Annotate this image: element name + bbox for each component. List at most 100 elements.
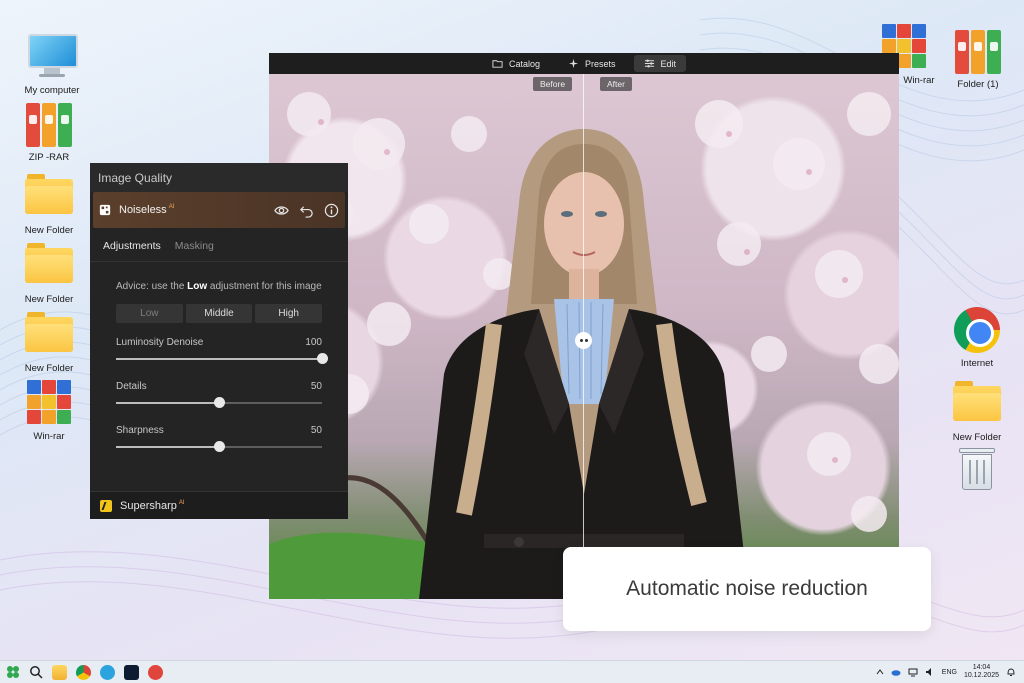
folder-icon xyxy=(953,381,1001,429)
desktop-icon-new-folder-1[interactable]: New Folder xyxy=(13,168,85,236)
nav-label: Presets xyxy=(585,58,616,69)
notification-bell-icon[interactable] xyxy=(1006,667,1016,677)
supersharp-tool-header[interactable]: Supersharp AI xyxy=(90,491,348,519)
taskbar: ENG 14:04 10.12.2025 xyxy=(0,660,1024,683)
undo-icon[interactable] xyxy=(299,203,314,218)
chrome-icon xyxy=(953,307,1001,355)
slider-luminosity-denoise: Luminosity Denoise 100 xyxy=(90,337,348,364)
desktop-icon-label: Win-rar xyxy=(33,431,65,442)
clock-date: 10.12.2025 xyxy=(963,672,999,679)
compare-handle[interactable] xyxy=(575,332,592,349)
advice-prefix: Advice: use the xyxy=(116,281,188,292)
folder-icon xyxy=(25,312,73,360)
tool-name-text: Noiseless xyxy=(119,204,167,216)
monitor-icon xyxy=(28,34,78,82)
preset-high-button[interactable]: High xyxy=(255,304,323,323)
clock-time: 14:04 xyxy=(972,664,991,671)
desktop-icon-new-folder-3[interactable]: New Folder xyxy=(13,306,85,374)
winrar-icon xyxy=(25,380,73,428)
slider-value: 50 xyxy=(310,425,322,436)
archive-books-icon xyxy=(25,101,73,149)
ai-badge: AI xyxy=(178,499,185,506)
info-icon[interactable] xyxy=(324,203,339,218)
desktop-icon-folder-1[interactable]: Folder (1) xyxy=(942,28,1014,90)
noiseless-tool-icon xyxy=(99,204,111,216)
slider-label: Luminosity Denoise xyxy=(116,337,204,348)
trash-icon xyxy=(953,448,1001,496)
desktop-icon-label: Internet xyxy=(960,358,994,369)
tab-masking[interactable]: Masking xyxy=(175,240,214,261)
advice-text: Advice: use the Low adjustment for this … xyxy=(90,262,348,294)
volume-icon[interactable] xyxy=(925,667,935,677)
slider-knob[interactable] xyxy=(317,353,328,364)
advice-highlight: Low xyxy=(187,281,208,292)
slider-track[interactable] xyxy=(116,353,328,364)
before-label: Before xyxy=(533,77,573,91)
search-icon[interactable] xyxy=(29,665,43,679)
nav-edit[interactable]: Edit xyxy=(633,55,687,72)
language-indicator[interactable]: ENG xyxy=(942,669,957,676)
slider-knob[interactable] xyxy=(214,441,225,452)
desktop-icon-recycle-bin[interactable] xyxy=(941,446,1013,499)
desktop-icon-label: New Folder xyxy=(24,294,74,305)
file-explorer-icon[interactable] xyxy=(52,664,67,680)
slider-label: Details xyxy=(116,381,147,392)
tool-name: Noiseless AI xyxy=(119,204,174,216)
folder-icon xyxy=(25,243,73,291)
preset-low-button[interactable]: Low xyxy=(116,304,183,323)
desktop-icon-my-computer[interactable]: My computer xyxy=(16,30,88,96)
network-icon[interactable] xyxy=(908,667,918,677)
desktop-icon-zip-rar[interactable]: ZIP -RAR xyxy=(13,101,85,163)
nav-label: Edit xyxy=(660,58,677,69)
feature-callout: Automatic noise reduction xyxy=(563,547,931,631)
app-icon[interactable] xyxy=(148,664,163,680)
nav-presets[interactable]: Presets xyxy=(558,55,626,72)
image-quality-panel: Image Quality Noiseless AI Adjustments Ma… xyxy=(90,163,348,519)
folder-icon xyxy=(492,60,503,68)
slider-knob[interactable] xyxy=(214,397,225,408)
tab-adjustments[interactable]: Adjustments xyxy=(103,240,161,261)
desktop-icon-internet[interactable]: Internet xyxy=(941,306,1013,369)
nav-label: Catalog xyxy=(508,58,540,69)
desktop-icon-win-rar[interactable]: Win-rar xyxy=(13,378,85,442)
panel-title: Image Quality xyxy=(90,163,348,192)
slider-sharpness: Sharpness 50 xyxy=(90,425,348,452)
desktop-icon-label: ZIP -RAR xyxy=(28,152,70,163)
sparkle-icon xyxy=(568,58,579,69)
start-icon[interactable] xyxy=(6,665,20,679)
slider-value: 50 xyxy=(310,381,322,392)
slider-track[interactable] xyxy=(116,397,322,408)
folder-icon xyxy=(25,174,73,222)
noiseless-tool-header[interactable]: Noiseless AI xyxy=(93,192,345,228)
photo-editor-window: Catalog Presets Edit Before After xyxy=(269,53,899,599)
ai-badge: AI xyxy=(168,204,175,210)
chrome-icon[interactable] xyxy=(76,664,91,680)
desktop-icon-label: My computer xyxy=(24,85,80,96)
photo-canvas[interactable]: Before After xyxy=(269,74,899,599)
desktop-icon-new-folder-right[interactable]: New Folder xyxy=(941,375,1013,443)
editor-top-nav: Catalog Presets Edit xyxy=(269,53,899,74)
desktop-icon-label: New Folder xyxy=(24,225,74,236)
chevron-up-icon[interactable] xyxy=(876,668,884,676)
desktop-icon-new-folder-2[interactable]: New Folder xyxy=(13,237,85,305)
strength-presets: Low Middle High xyxy=(90,294,348,323)
clock[interactable]: 14:04 10.12.2025 xyxy=(964,664,999,680)
supersharp-icon xyxy=(100,499,112,512)
panel-tabs: Adjustments Masking xyxy=(90,228,348,262)
telegram-icon[interactable] xyxy=(100,664,115,680)
desktop-icon-label: Folder (1) xyxy=(957,79,999,90)
slider-value: 100 xyxy=(305,337,322,348)
sliders-icon xyxy=(644,59,654,68)
preset-middle-button[interactable]: Middle xyxy=(185,304,253,323)
advice-suffix: adjustment for this image xyxy=(207,281,322,292)
photoshop-icon[interactable] xyxy=(124,664,139,680)
onedrive-icon[interactable] xyxy=(891,668,901,676)
eye-icon[interactable] xyxy=(274,203,289,218)
slider-track[interactable] xyxy=(116,441,322,452)
slider-label: Sharpness xyxy=(116,425,164,436)
nav-catalog[interactable]: Catalog xyxy=(482,55,550,72)
archive-books-icon xyxy=(954,28,1002,76)
after-label: After xyxy=(600,77,632,91)
supersharp-label: Supersharp AI xyxy=(120,500,185,512)
desktop-icon-label: New Folder xyxy=(24,363,74,374)
